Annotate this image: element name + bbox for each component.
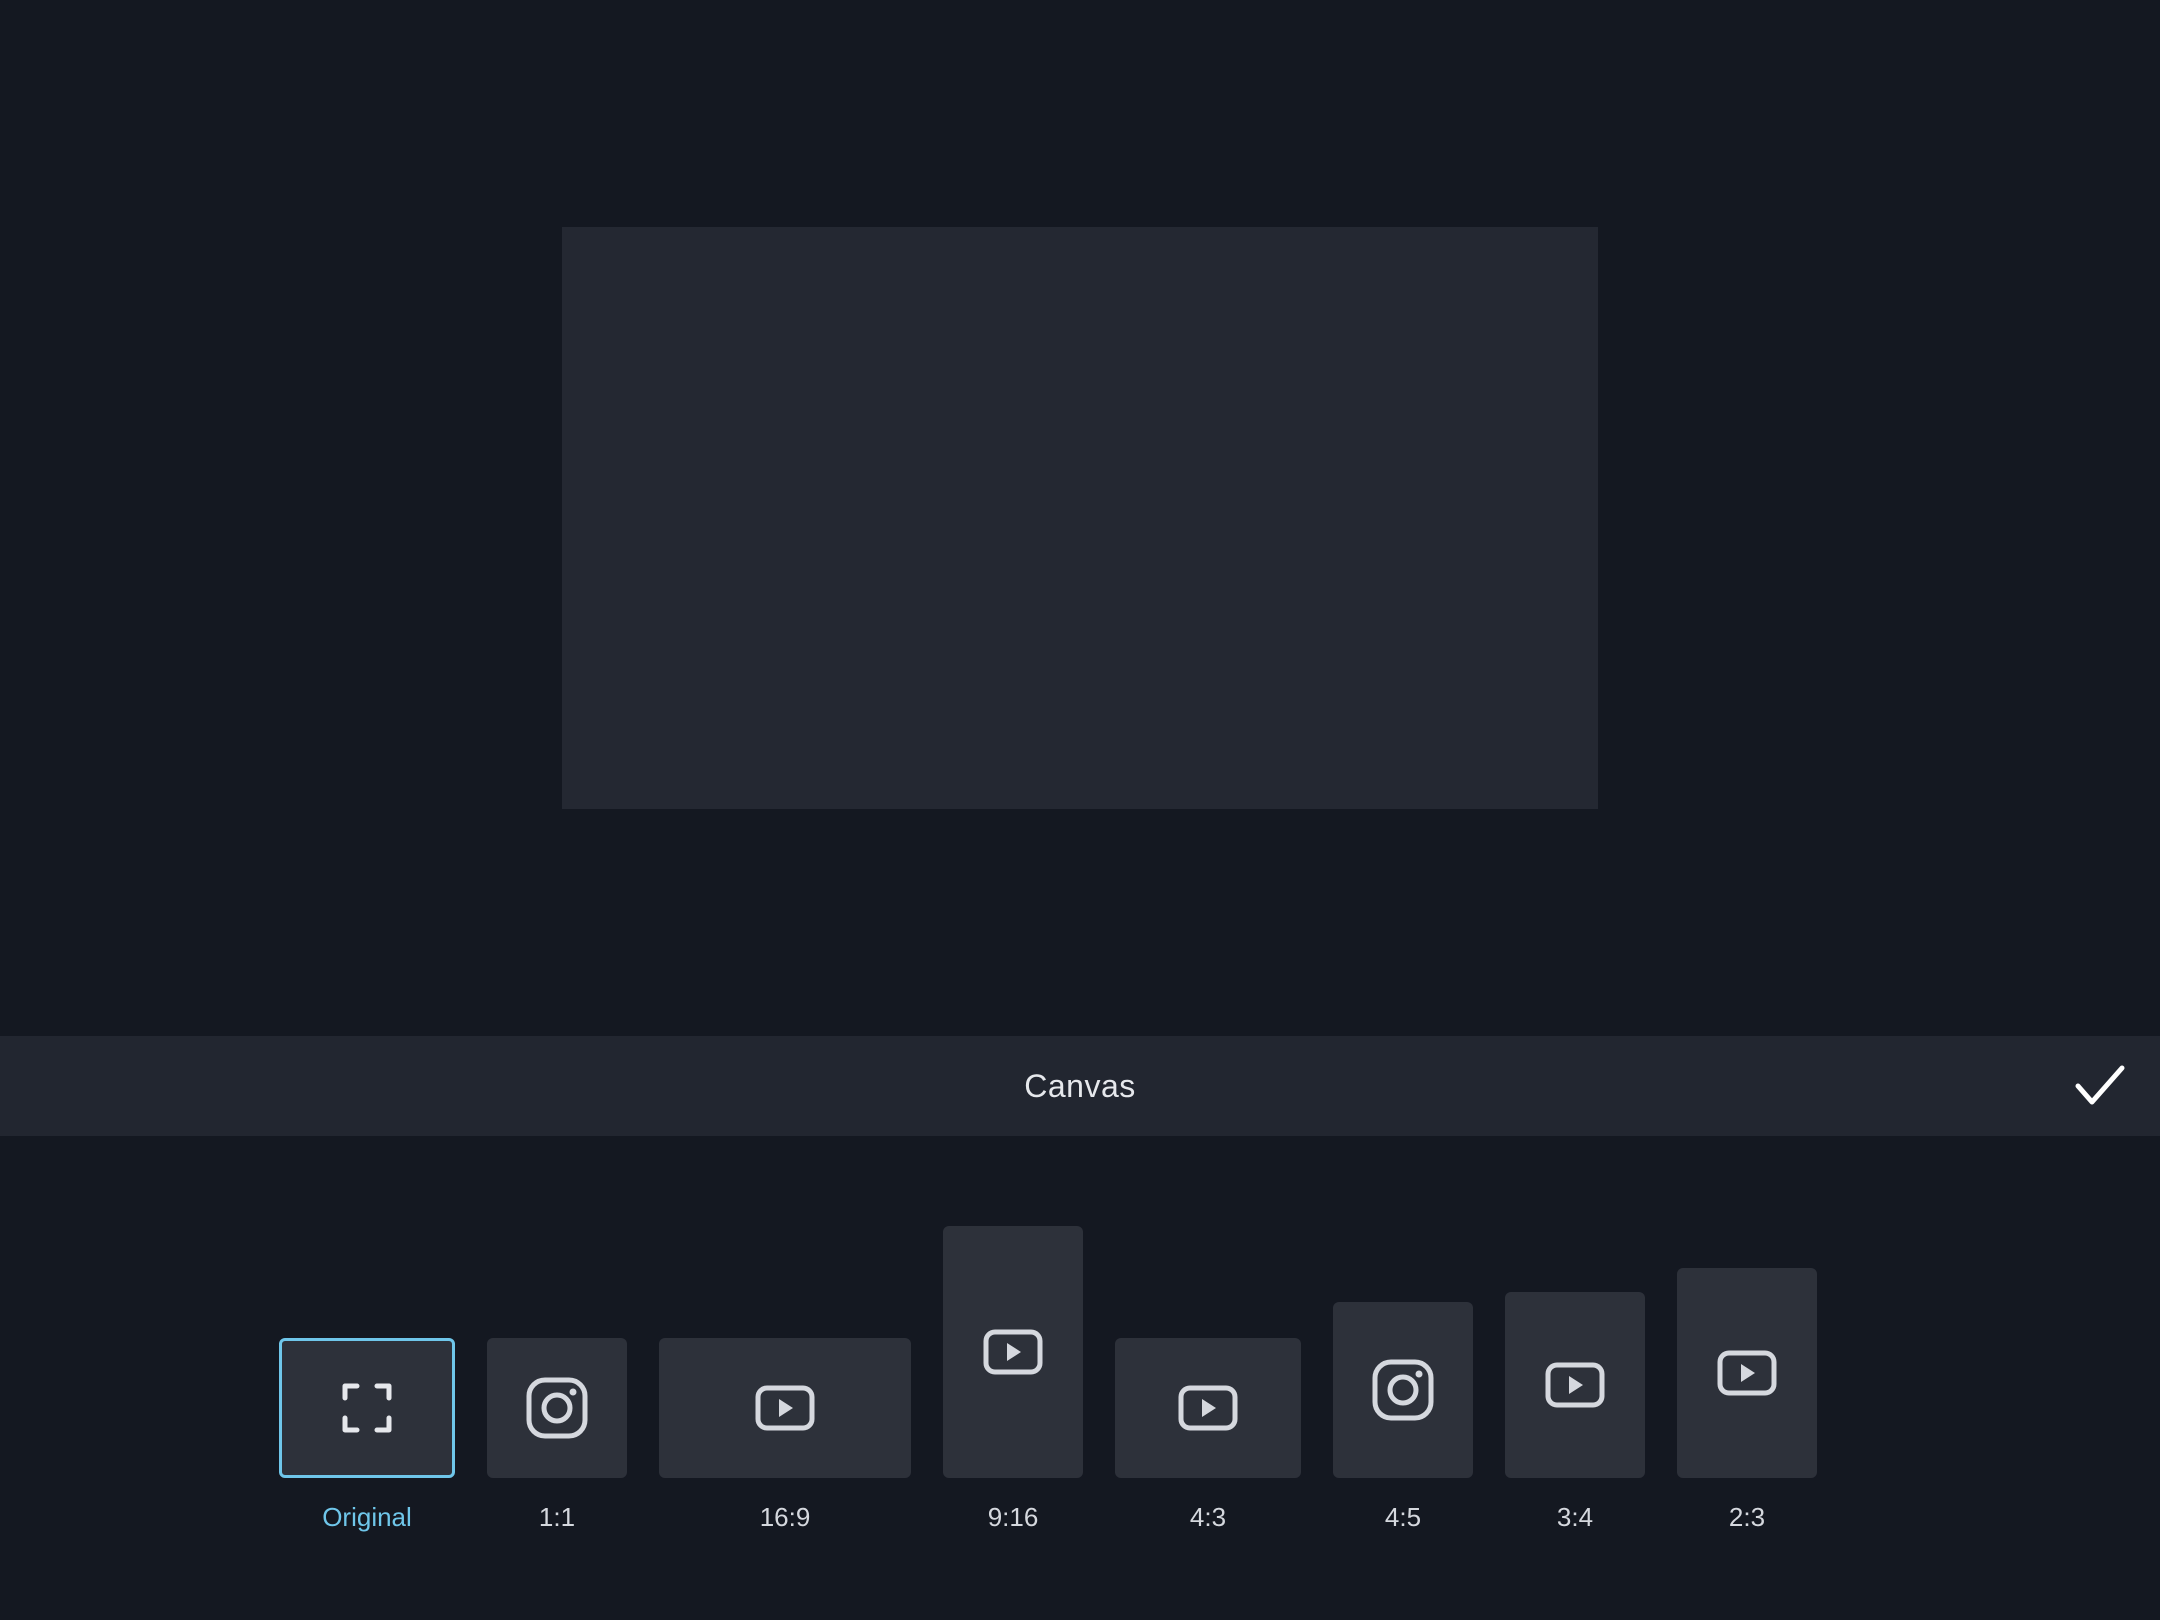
ratio-label-2-3: 2:3	[1728, 1502, 1766, 1532]
youtube-icon	[1545, 1362, 1605, 1408]
youtube-icon	[1178, 1385, 1238, 1431]
instagram-icon	[1372, 1359, 1434, 1421]
youtube-icon	[983, 1329, 1043, 1375]
ratio-tile-16-9[interactable]	[659, 1338, 911, 1478]
ratio-tile-3-4[interactable]	[1505, 1292, 1645, 1478]
ratio-tile-1-1[interactable]	[487, 1338, 627, 1478]
ratio-tile-original[interactable]	[279, 1338, 455, 1478]
ratio-label-16-9: 16:9	[759, 1502, 811, 1532]
canvas-editor: Canvas Original 1:1 16:9 9:16 4:3 4:5 3:…	[0, 0, 2160, 1620]
youtube-icon	[755, 1385, 815, 1431]
ratio-tile-4-3[interactable]	[1115, 1338, 1301, 1478]
ratio-label-original: Original	[322, 1502, 412, 1532]
canvas-preview	[562, 227, 1598, 809]
confirm-button[interactable]	[2070, 1056, 2130, 1116]
toolbar-title: Canvas	[1024, 1068, 1136, 1104]
ratio-label-3-4: 3:4	[1556, 1502, 1594, 1532]
ratio-tile-2-3[interactable]	[1677, 1268, 1817, 1478]
ratio-tile-9-16[interactable]	[943, 1226, 1083, 1478]
ratio-label-4-3: 4:3	[1189, 1502, 1227, 1532]
ratio-label-9-16: 9:16	[987, 1502, 1039, 1532]
youtube-icon	[1717, 1350, 1777, 1396]
canvas-toolbar: Canvas	[0, 1036, 2160, 1136]
ratio-label-4-5: 4:5	[1384, 1502, 1422, 1532]
instagram-icon	[526, 1377, 588, 1439]
ratio-label-1-1: 1:1	[538, 1502, 576, 1532]
checkmark-icon	[2075, 1065, 2125, 1105]
fullscreen-corners-icon	[342, 1383, 392, 1433]
ratio-tile-4-5[interactable]	[1333, 1302, 1473, 1478]
